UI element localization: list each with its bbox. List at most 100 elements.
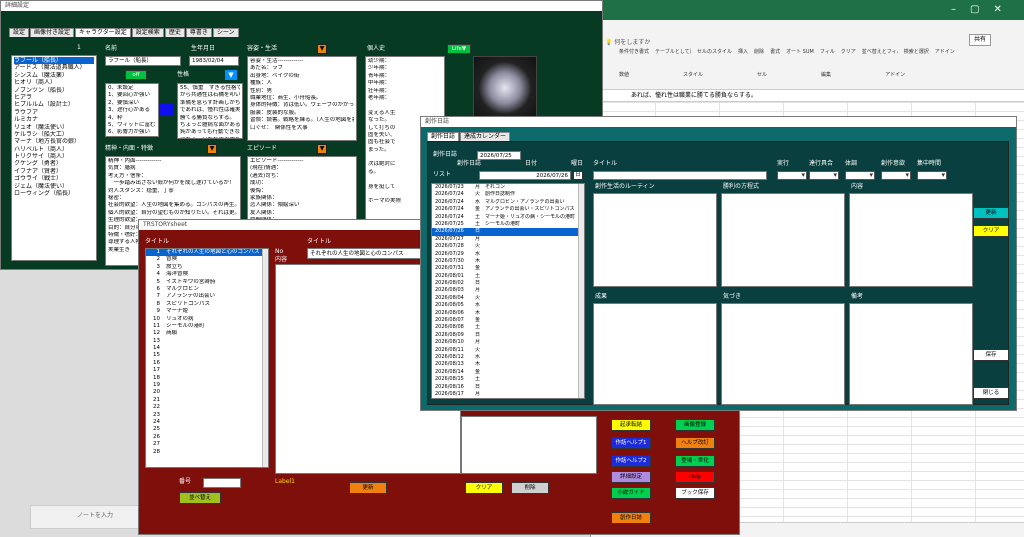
character-list-item[interactable]: ケルラシ（船大工） bbox=[14, 131, 94, 138]
diary-tab[interactable]: 創作日誌 bbox=[427, 132, 460, 141]
diary-list-row[interactable]: 2026/07/24 土マーナ姫・リュオの病・シーモルの港町 bbox=[432, 214, 584, 221]
story-list-item[interactable]: 20 bbox=[146, 389, 268, 396]
story-list-item[interactable]: 22 bbox=[146, 404, 268, 411]
excel-ribbon-button[interactable]: 検索と選択 bbox=[904, 48, 929, 55]
note-area[interactable]: ノートを入力 bbox=[30, 505, 150, 529]
diary-list-row[interactable]: 2026/08/09 日 bbox=[432, 332, 584, 339]
story-list-item[interactable]: 8 スピリトコンパス bbox=[146, 301, 268, 308]
story-list-item[interactable]: 23 bbox=[146, 412, 268, 419]
detail-tab[interactable]: シーン bbox=[212, 28, 239, 37]
story-side-button[interactable]: 創作日誌 bbox=[611, 512, 651, 524]
story-list-item[interactable]: 2 冒険 bbox=[146, 256, 268, 263]
diary-list-row[interactable]: 2026/07/26 日 bbox=[432, 228, 584, 236]
diary-clear-button[interactable]: クリア bbox=[973, 225, 1009, 237]
diary-list-row[interactable]: 2026/08/14 金 bbox=[432, 369, 584, 376]
spirit-dropdown-button[interactable]: ▼ bbox=[207, 144, 217, 154]
detail-tab[interactable]: 設定 bbox=[9, 28, 30, 37]
personality-scale-list[interactable]: 0、未設定 1、要回心が強い 2、要慎深い 3、途行心がある 4、粋 5、ウィットに富む 6… bbox=[105, 83, 159, 137]
diary-list-row[interactable]: 2026/08/01 土 bbox=[432, 273, 584, 280]
diary-date2-field[interactable]: 2026/07/26 bbox=[479, 171, 571, 180]
diary-list-row[interactable]: 2026/07/24 水マルグロビン・アノランテの出会い bbox=[432, 199, 584, 206]
diary-update-button[interactable]: 更新 bbox=[973, 207, 1009, 219]
character-list-item[interactable]: ハリベルト（商人） bbox=[14, 146, 94, 153]
off-button[interactable]: off bbox=[125, 70, 147, 80]
diary-list-row[interactable]: 2026/08/11 火 bbox=[432, 347, 584, 354]
excel-ribbon-button[interactable]: オート SUM bbox=[786, 48, 814, 55]
appearance-text[interactable]: 容姿・生活------------- あだ名：ラフ 出身地：ベイクの街 種族：人 性別：… bbox=[247, 56, 357, 141]
diary-list-row[interactable]: 2026/08/03 月 bbox=[432, 287, 584, 294]
detail-tab[interactable]: 歴史 bbox=[164, 28, 185, 37]
story-list-item[interactable]: 27 bbox=[146, 441, 268, 448]
story-list-item[interactable]: 14 bbox=[146, 345, 268, 352]
diary-col-select[interactable] bbox=[881, 171, 911, 180]
story-list-item[interactable]: 16 bbox=[146, 360, 268, 367]
story-list-item[interactable]: 1 それぞれの人生の地図と心のコンパス bbox=[146, 249, 268, 257]
character-list-item[interactable]: イフナア（賢者） bbox=[14, 168, 94, 175]
story-list-item[interactable]: 10 リュオの病 bbox=[146, 316, 268, 323]
story-list-item[interactable]: 9 マーナ姫 bbox=[146, 308, 268, 315]
story-side-button[interactable]: 起承転結 bbox=[611, 419, 651, 431]
diary-list-row[interactable]: 2026/07/24 火創作日誌制作 bbox=[432, 191, 584, 198]
excel-formula-bar[interactable]: あれば、憧れ性は職業に勝てる勝負ならする。 bbox=[591, 90, 1024, 102]
story-list-item[interactable]: 4 海洋冒険 bbox=[146, 271, 268, 278]
diary-list-row[interactable]: 2026/08/05 水 bbox=[432, 302, 584, 309]
diary-list-row[interactable]: 2026/07/27 月 bbox=[432, 236, 584, 243]
excel-ribbon-button[interactable]: 並べ替えとフィルター bbox=[862, 48, 898, 55]
character-list-item[interactable]: ラウフア bbox=[14, 109, 94, 116]
notice-text[interactable] bbox=[721, 303, 845, 405]
diary-close-button[interactable]: 閉じる bbox=[973, 387, 1009, 399]
diary-list-row[interactable]: 2026/08/18火 bbox=[432, 398, 584, 399]
character-list-item[interactable]: ヒアラ bbox=[14, 94, 94, 101]
number-field[interactable] bbox=[203, 478, 241, 488]
diary-list-row[interactable]: 2026/08/06 木 bbox=[432, 310, 584, 317]
story-list-item[interactable]: 15 bbox=[146, 352, 268, 359]
diary-col-select[interactable] bbox=[809, 171, 839, 180]
story-list-item[interactable]: 13 bbox=[146, 338, 268, 345]
story-list-item[interactable]: 26 bbox=[146, 434, 268, 441]
personality-arrow-icon[interactable]: ▼ bbox=[225, 70, 237, 80]
window-controls[interactable]: –▢✕ bbox=[951, 4, 1016, 15]
diary-list-row[interactable]: 2026/07/29 水 bbox=[432, 251, 584, 258]
story-list-scrollbar[interactable] bbox=[262, 249, 268, 467]
diary-col-select[interactable] bbox=[777, 171, 807, 180]
story-list-item[interactable]: 19 bbox=[146, 382, 268, 389]
character-list-item[interactable]: ジェム（魔法使い） bbox=[14, 183, 94, 190]
story-list-item[interactable]: 25 bbox=[146, 426, 268, 433]
story-title-field[interactable]: それぞれの人生の地図と心のコンパス bbox=[307, 248, 429, 259]
episode-dropdown-button[interactable]: ▼ bbox=[317, 144, 327, 154]
story-list-item[interactable]: 3 旅立ち bbox=[146, 264, 268, 271]
story-list-item[interactable]: 17 bbox=[146, 367, 268, 374]
diary-tab[interactable]: 達成カレンダー bbox=[460, 132, 511, 141]
story-side-button[interactable]: 登場・世化 bbox=[675, 455, 715, 467]
character-list-item[interactable]: ラフール（船長） bbox=[14, 57, 94, 65]
appearance-dropdown-button[interactable]: ▼ bbox=[317, 44, 327, 54]
story-list-item[interactable]: 18 bbox=[146, 375, 268, 382]
story-side-button[interactable]: ブック保存 bbox=[675, 487, 715, 499]
story-list-item[interactable]: 6 マルグロビン bbox=[146, 286, 268, 293]
diary-col-select[interactable] bbox=[845, 171, 875, 180]
diary-title-field[interactable] bbox=[593, 171, 767, 180]
name-field[interactable]: ラフール（船長） bbox=[105, 56, 181, 66]
excel-ribbon-button[interactable]: クリア bbox=[841, 48, 856, 55]
story-list-item[interactable]: 24 bbox=[146, 419, 268, 426]
excel-ribbon-button[interactable]: テーブルとして書式設定 bbox=[655, 48, 691, 55]
character-list-item[interactable]: シンスム（魔法薬） bbox=[14, 72, 94, 79]
result-text[interactable] bbox=[593, 303, 717, 405]
excel-ribbon-button[interactable]: 条件付き書式 bbox=[619, 48, 649, 55]
birth-field[interactable]: 1983/02/04 bbox=[189, 56, 239, 66]
excel-ribbon-button[interactable]: フィル bbox=[820, 48, 835, 55]
story-update-button[interactable]: 更新 bbox=[349, 482, 387, 494]
life-button[interactable]: Life▼ bbox=[447, 44, 471, 54]
diary-list-scrollbar[interactable] bbox=[578, 184, 584, 398]
character-list-item[interactable]: ノブンツン（船長） bbox=[14, 87, 94, 94]
diary-list-row[interactable]: 2026/08/04 火 bbox=[432, 295, 584, 302]
story-list-item[interactable]: 11 シーモルの港町 bbox=[146, 323, 268, 330]
share-button[interactable]: 共有 bbox=[969, 34, 992, 46]
story-list-item[interactable]: 5 イストキワの宮蒔詩 bbox=[146, 279, 268, 286]
story-delete-button[interactable]: 削除 bbox=[511, 482, 549, 494]
story-list-item[interactable]: 12 商願 bbox=[146, 330, 268, 337]
story-list[interactable]: 1 それぞれの人生の地図と心のコンパス 2 冒険 3 旅立ち 4 海洋冒険 5 イストキワの宮蒔詩… bbox=[145, 248, 269, 468]
detail-tab[interactable]: キャラクター設定 bbox=[75, 28, 131, 37]
character-list-item[interactable]: ゴウライ（戦士） bbox=[14, 175, 94, 182]
personality-text[interactable]: 55、慎重 すぎる性格で から共通性は石橋を叩いて 準備を怠らず計画しがち。 であれば… bbox=[177, 83, 243, 139]
